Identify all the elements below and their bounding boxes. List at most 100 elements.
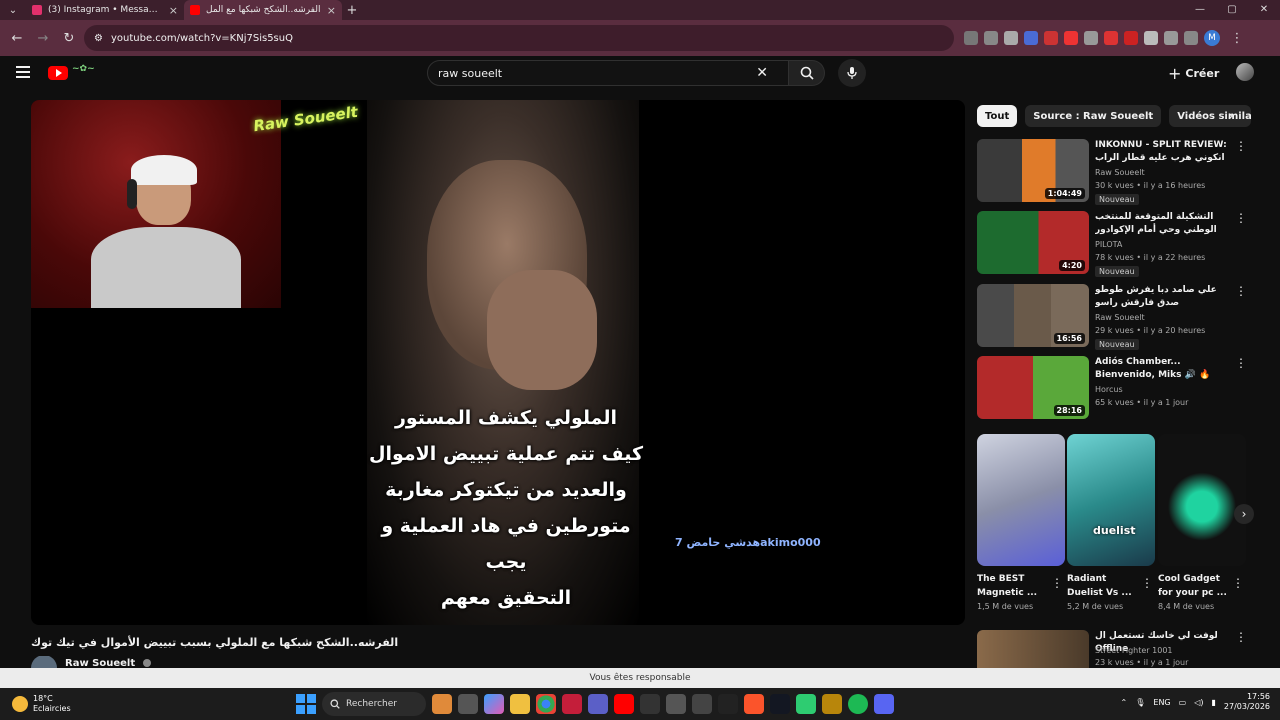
- volume-icon[interactable]: ◁): [1194, 698, 1203, 707]
- profile-avatar[interactable]: M: [1204, 30, 1220, 46]
- more-options-icon[interactable]: ⋮: [1051, 576, 1063, 590]
- app-icon[interactable]: [796, 694, 816, 714]
- more-options-icon[interactable]: ⋮: [1141, 576, 1153, 590]
- short-item[interactable]: duelist Radiant Duelist Vs ... 5,2 M de …: [1067, 434, 1155, 611]
- bookmark-star-icon[interactable]: [984, 31, 998, 45]
- copilot-icon[interactable]: [484, 694, 504, 714]
- more-options-icon[interactable]: ⋮: [1235, 211, 1247, 225]
- windows-start-icon[interactable]: [296, 694, 316, 714]
- chrome-icon[interactable]: [536, 694, 556, 714]
- microphone-icon[interactable]: 🎙: [1135, 698, 1145, 707]
- teams-icon[interactable]: [588, 694, 608, 714]
- channel-name[interactable]: Raw Soueelt: [1095, 168, 1145, 177]
- channel-name[interactable]: Horcus: [1095, 385, 1123, 394]
- tradingview-icon[interactable]: [770, 694, 790, 714]
- language-indicator[interactable]: ENG: [1153, 698, 1170, 707]
- recommendation-item[interactable]: 1:04:49 INKONNU - SPLIT REVIEW: انكوني ه…: [977, 139, 1257, 205]
- clock[interactable]: 17:56 27/03/2026: [1224, 692, 1270, 712]
- tab-youtube[interactable]: الفرشه..الشكح شبكها مع المل ×: [184, 0, 342, 20]
- short-title[interactable]: The BEST Magnetic ...: [977, 572, 1051, 600]
- site-info-icon[interactable]: ⚙: [94, 33, 103, 44]
- channel-name[interactable]: Raw Soueelt: [1095, 313, 1145, 322]
- create-button[interactable]: + Créer: [1160, 63, 1227, 83]
- recommendation-item[interactable]: 16:56 علي صامد دبا يفرش طوطو صدق فارقش ر…: [977, 284, 1257, 350]
- more-options-icon[interactable]: ⋮: [1232, 576, 1244, 590]
- chip-source[interactable]: Source : Raw Soueelt: [1025, 105, 1162, 127]
- video-thumbnail[interactable]: 28:16: [977, 356, 1089, 419]
- extension-icon[interactable]: [1104, 31, 1118, 45]
- extension-icon[interactable]: [1044, 31, 1058, 45]
- address-bar[interactable]: ⚙ youtube.com/watch?v=KNj7Sis5suQ: [84, 25, 954, 51]
- tab-instagram[interactable]: (3) Instagram • Messages ×: [26, 0, 184, 20]
- back-icon[interactable]: ←: [6, 27, 28, 49]
- extensions-puzzle-icon[interactable]: [1164, 31, 1178, 45]
- close-tab-icon[interactable]: ×: [169, 4, 178, 17]
- video-player[interactable]: Raw Soueelt الملولي يكشف المستور كيف تتم…: [31, 100, 965, 625]
- video-thumbnail[interactable]: 4:20: [977, 211, 1089, 274]
- forward-icon[interactable]: →: [32, 27, 54, 49]
- search-button[interactable]: [789, 60, 825, 86]
- video-title[interactable]: Adiós Chamber... Bienvenido, Miks 🔊 🔥 Ho…: [1095, 356, 1235, 382]
- reading-list-icon[interactable]: [1184, 31, 1198, 45]
- more-options-icon[interactable]: ⋮: [1235, 630, 1247, 644]
- short-title[interactable]: Radiant Duelist Vs ...: [1067, 572, 1141, 600]
- youtube-doodle-logo[interactable]: ~✿~: [72, 64, 116, 82]
- channel-name[interactable]: Street Fighter 1001: [1095, 646, 1173, 655]
- extension-icon[interactable]: [1124, 31, 1138, 45]
- close-window-icon[interactable]: ✕: [1248, 0, 1280, 20]
- app-icon[interactable]: [666, 694, 686, 714]
- youtube-app-icon[interactable]: [614, 694, 634, 714]
- more-options-icon[interactable]: ⋮: [1235, 284, 1247, 298]
- extension-icon[interactable]: [1004, 31, 1018, 45]
- xm-app-icon[interactable]: [718, 694, 738, 714]
- weather-widget[interactable]: 18°C Eclaircies: [12, 694, 71, 714]
- extension-icon[interactable]: [1144, 31, 1158, 45]
- obs-icon[interactable]: [692, 694, 712, 714]
- recommendation-item[interactable]: لوفت لي خاسك تستعمل ال Offline Street Fi…: [977, 630, 1257, 668]
- shorts-next-button[interactable]: ›: [1234, 504, 1254, 524]
- video-title[interactable]: INKONNU - SPLIT REVIEW: انكوني هرب عليه …: [1095, 139, 1235, 165]
- account-avatar[interactable]: [1236, 63, 1254, 81]
- channel-name[interactable]: PILOTA: [1095, 240, 1122, 249]
- short-item[interactable]: Cool Gadget for your pc ... 8,4 M de vue…: [1158, 434, 1246, 611]
- short-thumbnail[interactable]: [1158, 434, 1246, 566]
- video-title[interactable]: علي صامد دبا يفرش طوطو صدق فارقش راسو: [1095, 284, 1235, 310]
- acrobat-icon[interactable]: [562, 694, 582, 714]
- short-thumbnail[interactable]: [977, 434, 1065, 566]
- tab-search-icon[interactable]: ⌄: [0, 0, 26, 20]
- video-title[interactable]: التشكيلة المتوقعة للمنتخب الوطني وحي أما…: [1095, 211, 1235, 237]
- maximize-icon[interactable]: ▢: [1216, 0, 1248, 20]
- recommendation-item[interactable]: 4:20 التشكيلة المتوقعة للمنتخب الوطني وح…: [977, 211, 1257, 277]
- short-item[interactable]: The BEST Magnetic ... 1,5 M de vues ⋮: [977, 434, 1065, 611]
- recommendation-item[interactable]: 28:16 Adiós Chamber... Bienvenido, Miks …: [977, 356, 1257, 420]
- menu-icon[interactable]: [16, 66, 30, 78]
- short-title[interactable]: Cool Gadget for your pc ...: [1158, 572, 1232, 600]
- minimize-icon[interactable]: —: [1184, 0, 1216, 20]
- fn-app-icon[interactable]: [640, 694, 660, 714]
- taskbar-search[interactable]: Rechercher: [322, 692, 426, 716]
- close-tab-icon[interactable]: ×: [327, 4, 336, 17]
- clear-search-icon[interactable]: ✕: [756, 65, 768, 81]
- brave-icon[interactable]: [744, 694, 764, 714]
- reload-icon[interactable]: ↻: [58, 27, 80, 49]
- youtube-logo[interactable]: [48, 66, 68, 80]
- extension-icon[interactable]: [1064, 31, 1078, 45]
- more-options-icon[interactable]: ⋮: [1235, 139, 1247, 153]
- file-explorer-icon[interactable]: [510, 694, 530, 714]
- network-icon[interactable]: ▭: [1179, 698, 1187, 707]
- channel-name[interactable]: Raw Soueelt: [65, 658, 135, 669]
- spotify-icon[interactable]: [848, 694, 868, 714]
- video-thumbnail[interactable]: [977, 630, 1089, 668]
- search-input[interactable]: [438, 66, 757, 80]
- more-options-icon[interactable]: ⋮: [1235, 356, 1247, 370]
- short-thumbnail[interactable]: duelist: [1067, 434, 1155, 566]
- install-icon[interactable]: [964, 31, 978, 45]
- app-icon[interactable]: [822, 694, 842, 714]
- chevron-up-icon[interactable]: ⌃: [1121, 698, 1128, 707]
- browser-menu-icon[interactable]: ⋮: [1226, 27, 1248, 49]
- discord-icon[interactable]: [874, 694, 894, 714]
- video-thumbnail[interactable]: 1:04:49: [977, 139, 1089, 202]
- battery-icon[interactable]: ▮: [1211, 698, 1215, 707]
- new-tab-button[interactable]: +: [342, 3, 362, 18]
- chip-all[interactable]: Tout: [977, 105, 1018, 127]
